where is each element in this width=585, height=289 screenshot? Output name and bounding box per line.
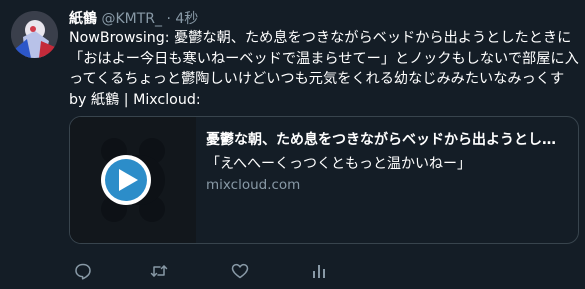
author-name[interactable]: 紙鶴 xyxy=(69,11,97,27)
tweet-actions xyxy=(66,258,366,284)
analytics-icon xyxy=(313,265,325,278)
card-description: 「えへへーくっつくともっと温かいねー」 xyxy=(206,156,472,172)
author-handle[interactable]: @KMTR_ xyxy=(101,11,162,27)
reply-button[interactable] xyxy=(70,258,96,284)
tweet-text-line: ってくるちょっと鬱陶しいけどいつも元気をくれる幼なじみみたいなみっくす xyxy=(69,71,565,87)
tweet-text-line: 「おはよー今日も寒いねーベッドで温まらせてー」とノックもしないで部屋に入 xyxy=(69,50,579,67)
tweet-text: NowBrowsing: 憂鬱な朝、ため息をつきながらベッドから出ようとしたとき… xyxy=(69,28,579,110)
tweet-text-line: by 紙鶴 | Mixcloud: xyxy=(69,91,201,108)
retweet-button[interactable] xyxy=(146,258,172,284)
link-card[interactable]: 憂鬱な朝、ため息をつきながらベッドから出ようとし… 「えへへーくっつくともっと温… xyxy=(69,116,579,244)
analytics-button[interactable] xyxy=(306,258,332,284)
card-domain: mixcloud.com xyxy=(206,177,301,193)
header-separator: · xyxy=(166,11,171,27)
avatar[interactable] xyxy=(11,11,58,58)
tweet-text-line: NowBrowsing: 憂鬱な朝、ため息をつきながらベッドから出ようとしたとき… xyxy=(69,30,572,46)
like-icon xyxy=(231,263,249,279)
like-button[interactable] xyxy=(227,258,253,284)
mixcloud-logo-icon xyxy=(70,117,196,243)
avatar-image xyxy=(11,11,58,58)
card-title[interactable]: 憂鬱な朝、ため息をつきながらベッドから出ようとし… xyxy=(206,129,566,149)
play-icon[interactable] xyxy=(101,155,151,205)
retweet-icon xyxy=(150,265,168,277)
tweet-header: 紙鶴 @KMTR_ · 4秒 xyxy=(69,8,198,28)
card-thumbnail xyxy=(70,117,196,243)
tweet-timestamp[interactable]: 4秒 xyxy=(175,11,198,27)
reply-icon xyxy=(75,263,91,280)
